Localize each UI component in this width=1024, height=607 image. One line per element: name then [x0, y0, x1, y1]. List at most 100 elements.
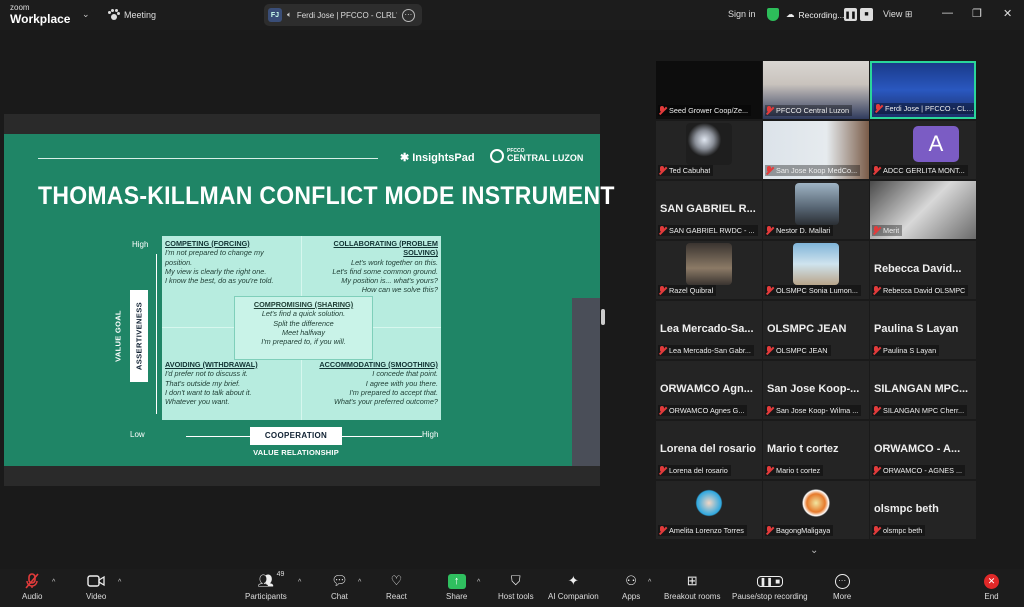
participant-tile[interactable]: OLSMPC JEAN OLSMPC JEAN	[763, 301, 869, 359]
participant-tile[interactable]: Rebecca David... Rebecca David OLSMPC	[870, 241, 976, 299]
quadrant-avoiding: AVOIDING (WITHDRAWAL) I'd prefer not to …	[165, 360, 300, 406]
ai-companion-label: AI Companion	[548, 592, 599, 601]
participant-tile[interactable]: PFCCO Central Luzon	[763, 61, 869, 119]
chevron-down-icon[interactable]: ⌄	[82, 9, 90, 20]
react-button[interactable]: ♡ React	[386, 573, 407, 601]
participant-display-name: SAN GABRIEL R...	[660, 203, 756, 215]
end-button[interactable]: ✕ End	[984, 573, 999, 601]
brand-large: Workplace	[10, 12, 71, 26]
participant-tile[interactable]: Amelita Lorenzo Torres	[656, 481, 762, 539]
mic-muted-icon	[872, 166, 880, 175]
participant-tile[interactable]: Ted Cabuhat	[656, 121, 762, 179]
stop-recording-icon[interactable]: ■	[860, 8, 873, 21]
compromising-line: Meet halfway	[282, 327, 325, 337]
meeting-text: Meeting	[124, 9, 157, 20]
accommodating-line: I agree with you there.	[365, 378, 438, 388]
apps-options-caret[interactable]: ^	[648, 579, 651, 586]
participant-tile[interactable]: Paulina S Layan Paulina S Layan	[870, 301, 976, 359]
participant-tile[interactable]: olsmpc beth olsmpc beth	[870, 481, 976, 539]
ai-companion-button[interactable]: ✦ AI Companion	[548, 573, 599, 601]
quadrant-collaborating: COLLABORATING (PROBLEM SOLVING) Let's wo…	[303, 239, 438, 295]
participant-display-name: Lorena del rosario	[660, 443, 756, 455]
participant-tile[interactable]: Seed Grower Coop/Ze...	[656, 61, 762, 119]
mic-muted-icon	[765, 346, 773, 355]
participant-display-name: OLSMPC JEAN	[767, 323, 847, 335]
participant-tile[interactable]: SILANGAN MPC... SILANGAN MPC Cherr...	[870, 361, 976, 419]
participant-name: Ted Cabuhat	[669, 166, 711, 175]
gallery-scroll-down-icon[interactable]: ⌄	[810, 545, 818, 556]
react-label: React	[386, 592, 407, 601]
close-icon[interactable]: ✕	[1003, 7, 1012, 20]
share-options-caret[interactable]: ^	[477, 579, 480, 586]
minimize-icon[interactable]: —	[942, 7, 953, 19]
pause-stop-recording-button[interactable]: ❚❚ ■ Pause/stop recording	[732, 573, 808, 601]
apps-button[interactable]: ⚇ Apps	[622, 573, 640, 601]
participant-name: ORWAMCO - AGNES ...	[883, 466, 963, 475]
participant-tile[interactable]: SAN GABRIEL R... SAN GABRIEL RWDC - ...	[656, 181, 762, 239]
zoom-workplace-logo[interactable]: zoom Workplace	[10, 4, 71, 26]
security-shield-icon[interactable]	[767, 8, 779, 21]
participants-label: Participants	[245, 592, 287, 601]
breakout-rooms-button[interactable]: ⊞ Breakout rooms	[664, 573, 720, 601]
avoiding-line: That's outside my brief.	[165, 378, 241, 388]
view-button[interactable]: View ⊞	[883, 9, 912, 20]
participant-tile[interactable]: Merit	[870, 181, 976, 239]
more-button[interactable]: ··· More	[833, 573, 851, 601]
participant-tile[interactable]: Razel Quibral	[656, 241, 762, 299]
split-drag-handle[interactable]	[601, 309, 605, 325]
video-options-caret[interactable]: ^	[118, 579, 121, 586]
meeting-label[interactable]: Meeting	[108, 9, 156, 20]
participants-options-caret[interactable]: ^	[298, 579, 301, 586]
participant-tile[interactable]: San Jose Koop MedCo...	[763, 121, 869, 179]
participant-name: PFCCO Central Luzon	[776, 106, 849, 115]
mic-muted-icon	[658, 226, 666, 235]
chat-options-caret[interactable]: ^	[358, 579, 361, 586]
participant-tile[interactable]: San Jose Koop-... San Jose Koop- Wilma ..…	[763, 361, 869, 419]
audio-options-caret[interactable]: ^	[52, 579, 55, 586]
participant-tile[interactable]: Ferdi Jose | PFCCO - CLRL	[870, 61, 976, 119]
participant-tile[interactable]: ORWAMCO - A... ORWAMCO - AGNES ...	[870, 421, 976, 479]
participant-nameplate: Rebecca David OLSMPC	[872, 285, 969, 296]
participant-tile[interactable]: ORWAMCO Agn... ORWAMCO Agnes G...	[656, 361, 762, 419]
recording-indicator[interactable]: ☁ Recording...	[786, 9, 844, 20]
participant-tile[interactable]: Nestor D. Mallari	[763, 181, 869, 239]
active-speaker-pill[interactable]: FJ 🔈︎ Ferdi Jose | PFCCO - CLRL's s ···	[264, 4, 422, 26]
share-button[interactable]: ↑ Share	[446, 573, 467, 601]
cooperation-label: COOPERATION	[250, 427, 342, 445]
avoiding-line: Whatever you want.	[165, 397, 230, 407]
participants-button[interactable]: 👥︎ 49 Participants	[245, 571, 287, 601]
end-label: End	[984, 592, 999, 601]
chat-button[interactable]: 💬︎ Chat	[331, 573, 348, 601]
accommodating-heading: ACCOMMODATING (SMOOTHING)	[319, 360, 438, 369]
participant-tile[interactable]: BagongMaligaya	[763, 481, 869, 539]
assertiveness-label: ASSERTIVENESS	[134, 301, 144, 371]
pause-recording-icon[interactable]: ❚❚	[844, 8, 857, 21]
participant-nameplate: San Jose Koop- Wilma ...	[765, 405, 862, 416]
participant-name: Paulina S Layan	[883, 346, 937, 355]
competing-line: My view is clearly the right one.	[165, 266, 267, 276]
participant-tile[interactable]: OLSMPC Sonia Lumon...	[763, 241, 869, 299]
participant-name: Merit	[883, 226, 900, 235]
participant-nameplate: OLSMPC JEAN	[765, 345, 831, 356]
restore-icon[interactable]: ❐	[972, 7, 982, 20]
more-options-icon[interactable]: ···	[401, 8, 415, 22]
audio-button[interactable]: Audio	[22, 573, 42, 601]
competing-line: position.	[165, 257, 193, 267]
participant-tile[interactable]: Lorena del rosario Lorena del rosario	[656, 421, 762, 479]
video-button[interactable]: Video	[86, 573, 106, 601]
value-goal-label: VALUE GOAL	[113, 310, 123, 362]
chat-label: Chat	[331, 592, 348, 601]
mic-muted-icon	[765, 166, 773, 175]
end-call-icon: ✕	[984, 573, 999, 589]
participant-tile[interactable]: Lea Mercado-Sa... Lea Mercado-San Gabr...	[656, 301, 762, 359]
mic-muted-icon	[872, 226, 880, 235]
participant-tile[interactable]: Mario t cortez Mario t cortez	[763, 421, 869, 479]
host-tools-button[interactable]: ⛉ Host tools	[498, 573, 534, 601]
participant-tile[interactable]: A ADCC GERLITA MONT...	[870, 121, 976, 179]
video-label: Video	[86, 592, 107, 601]
sign-in-link[interactable]: Sign in	[728, 9, 756, 19]
participant-nameplate: ORWAMCO Agnes G...	[658, 405, 748, 416]
slide-divider	[38, 158, 378, 159]
view-label: View	[883, 9, 903, 19]
mic-muted-icon	[765, 286, 773, 295]
